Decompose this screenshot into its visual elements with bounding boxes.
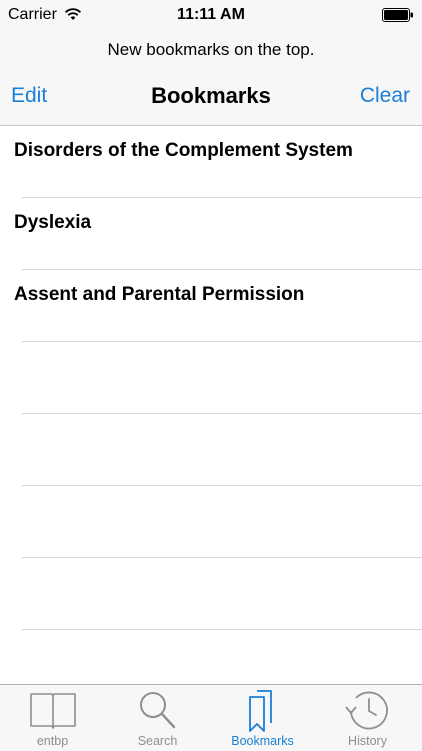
status-bar: Carrier 11:11 AM (0, 0, 422, 30)
tab-label: entbp (36, 734, 69, 748)
tab-history[interactable]: History (315, 685, 420, 751)
tab-label: Bookmarks (231, 734, 294, 748)
navigation-bar: New bookmarks on the top. Edit Bookmarks… (0, 30, 422, 126)
bookmarks-icon (248, 690, 272, 732)
magnifier-icon (139, 692, 175, 729)
row-divider (22, 629, 422, 630)
bookmark-row[interactable]: Assent and Parental Permission (0, 270, 422, 342)
empty-row (0, 558, 422, 630)
tab-label: Search (137, 734, 178, 748)
tab-entbp[interactable]: entbp (0, 685, 105, 751)
bookmark-row[interactable]: Disorders of the Complement System (0, 126, 422, 198)
empty-row (0, 342, 422, 414)
battery-icon (382, 8, 414, 22)
clock-icon (344, 691, 388, 730)
page-title: Bookmarks (151, 83, 271, 108)
empty-row (0, 486, 422, 558)
status-time: 11:11 AM (177, 6, 245, 23)
tab-bookmarks[interactable]: Bookmarks (210, 685, 315, 751)
tab-label: History (348, 734, 387, 748)
book-icon (29, 693, 76, 729)
bookmark-hint: New bookmarks on the top. (107, 40, 315, 59)
bookmark-title: Assent and Parental Permission (14, 284, 305, 305)
empty-row (0, 414, 422, 486)
clear-button[interactable]: Clear (360, 84, 410, 108)
tab-search[interactable]: Search (105, 685, 210, 751)
bookmark-title: Disorders of the Complement System (14, 140, 353, 161)
tab-bar: entbp Search Bookmarks History (0, 684, 422, 751)
bookmark-row[interactable]: Dyslexia (0, 198, 422, 270)
bookmark-list: Disorders of the Complement System Dysle… (0, 126, 422, 630)
bookmark-title: Dyslexia (14, 212, 92, 233)
